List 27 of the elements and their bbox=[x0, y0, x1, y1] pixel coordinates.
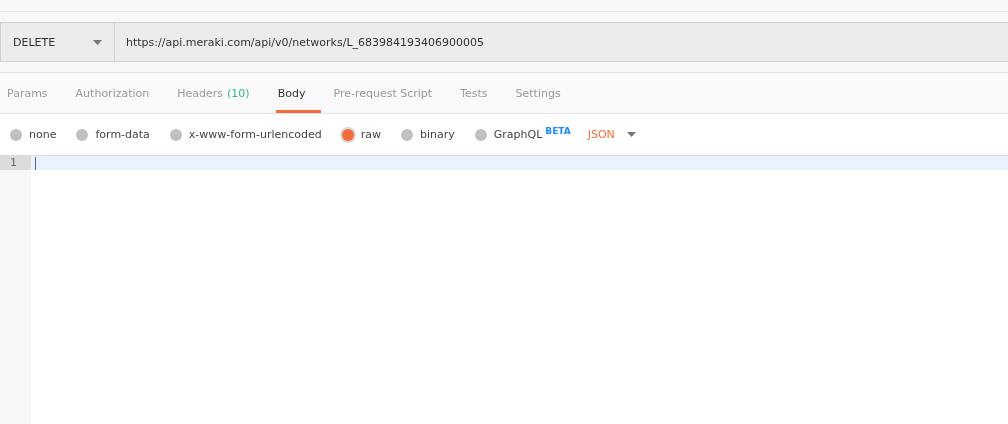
caret-icon bbox=[626, 132, 636, 137]
tab[interactable]: Params bbox=[5, 73, 64, 113]
tab[interactable]: Pre-request Script bbox=[331, 73, 449, 113]
radio-button[interactable] bbox=[474, 128, 487, 141]
radio-label: raw bbox=[360, 128, 381, 141]
radio-label: none bbox=[29, 128, 57, 141]
radio-button[interactable] bbox=[76, 128, 89, 141]
radio-label: GraphQL bbox=[493, 128, 543, 141]
radio-button[interactable] bbox=[10, 128, 22, 141]
tab[interactable]: Settings bbox=[513, 73, 577, 113]
caret-icon bbox=[93, 39, 102, 45]
line-number: 1 bbox=[0, 156, 31, 170]
radio-label: form-data bbox=[95, 128, 150, 141]
url-field[interactable]: https://api.meraki.com/api/v0/networks/L_683984193406900005 bbox=[115, 23, 1008, 61]
text-cursor bbox=[35, 156, 36, 170]
format-dropdown[interactable]: JSON bbox=[587, 128, 615, 141]
radio-label: binary bbox=[420, 128, 455, 141]
tab[interactable]: Authorization bbox=[73, 73, 166, 113]
radio-button[interactable] bbox=[401, 128, 413, 141]
method-dropdown[interactable]: DELETE bbox=[0, 23, 115, 61]
radio-button[interactable] bbox=[169, 128, 182, 141]
radio-button[interactable] bbox=[341, 128, 354, 141]
tab[interactable]: Tests bbox=[458, 73, 504, 113]
tab[interactable]: Body bbox=[275, 73, 322, 113]
radio-label: x-www-form-urlencoded bbox=[188, 128, 322, 141]
beta-label: BETA bbox=[545, 125, 571, 136]
tab[interactable]: Headers (10) bbox=[175, 73, 266, 113]
